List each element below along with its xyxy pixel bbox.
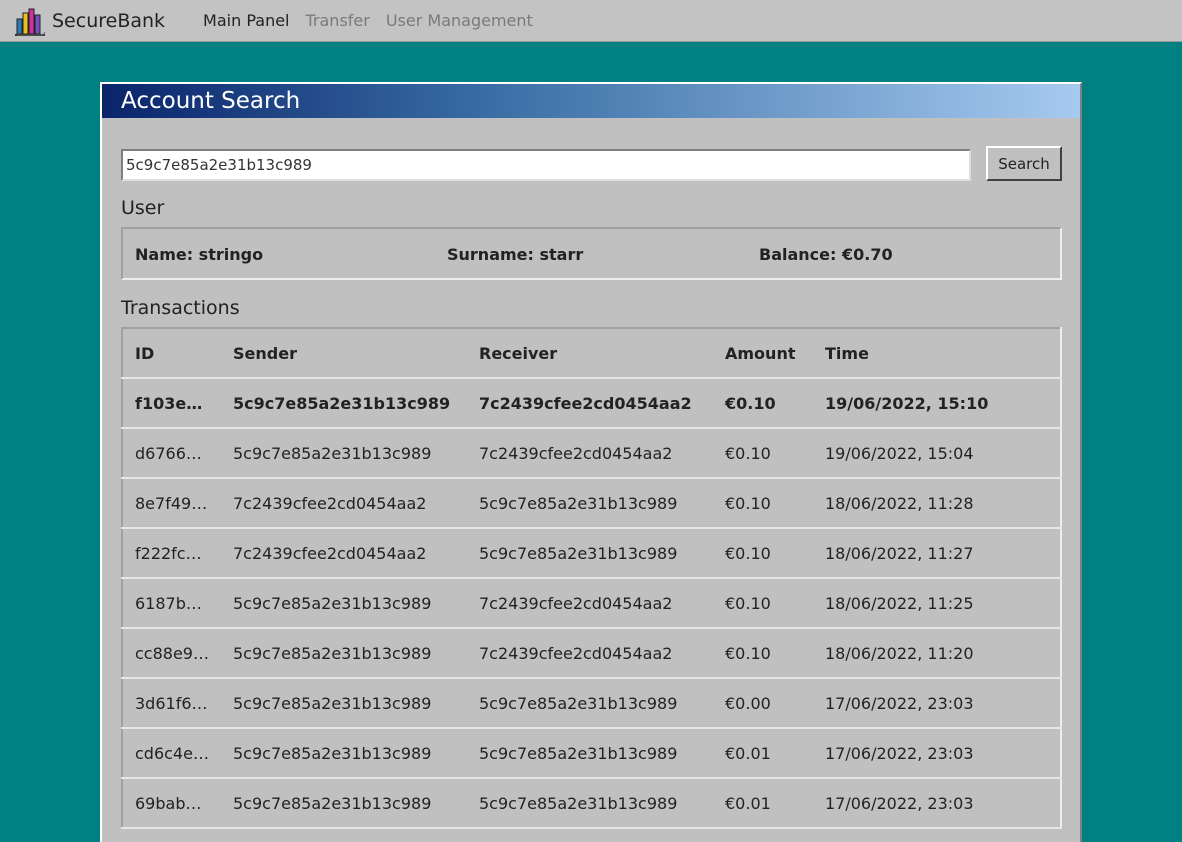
tx-time: 17/06/2022, 23:03	[813, 728, 1061, 779]
tx-sender: 5c9c7e85a2e31b13c989	[221, 728, 467, 779]
tx-time: 19/06/2022, 15:04	[813, 428, 1061, 479]
tx-amount: €0.10	[713, 628, 813, 679]
brand[interactable]: SecureBank	[14, 5, 165, 37]
tx-receiver: 5c9c7e85a2e31b13c989	[467, 678, 713, 729]
column-header-receiver[interactable]: Receiver	[467, 328, 713, 379]
table-row[interactable]: d6766… 5c9c7e85a2e31b13c989 7c2439cfee2cd0…	[122, 428, 1061, 479]
brand-name: SecureBank	[52, 9, 166, 32]
tx-amount: €0.01	[713, 778, 813, 829]
table-row[interactable]: f222fc… 7c2439cfee2cd0454aa2 5c9c7e85a2e31…	[122, 528, 1061, 579]
tx-sender: 7c2439cfee2cd0454aa2	[221, 528, 467, 579]
nav-transfer[interactable]: Transfer	[306, 11, 370, 30]
tx-time: 18/06/2022, 11:20	[813, 628, 1061, 679]
tx-amount: €0.00	[713, 678, 813, 729]
tx-amount: €0.10	[713, 428, 813, 479]
tx-time: 17/06/2022, 23:03	[813, 678, 1061, 729]
table-row[interactable]: cd6c4e… 5c9c7e85a2e31b13c989 5c9c7e85a2e31…	[122, 728, 1061, 779]
tx-amount: €0.10	[713, 528, 813, 579]
table-row[interactable]: 6187b… 5c9c7e85a2e31b13c989 7c2439cfee2cd0…	[122, 578, 1061, 629]
tx-receiver: 7c2439cfee2cd0454aa2	[467, 628, 713, 679]
user-surname: Surname: starr	[447, 245, 584, 264]
nav-links: Main Panel Transfer User Management	[203, 11, 549, 30]
tx-receiver: 5c9c7e85a2e31b13c989	[467, 778, 713, 829]
user-balance: Balance: €0.70	[759, 245, 893, 264]
column-header-id[interactable]: ID	[122, 328, 221, 379]
search-button[interactable]: Search	[986, 146, 1062, 181]
tx-id: cd6c4e…	[122, 728, 221, 779]
tx-amount: €0.10	[713, 478, 813, 529]
user-info-panel: Name: stringo Surname: starr Balance: €0…	[121, 227, 1062, 280]
tx-time: 18/06/2022, 11:28	[813, 478, 1061, 529]
tx-amount: €0.10	[713, 378, 813, 429]
tx-id: cc88e9…	[122, 628, 221, 679]
nav-main-panel[interactable]: Main Panel	[203, 11, 289, 30]
table-row[interactable]: 69bab… 5c9c7e85a2e31b13c989 5c9c7e85a2e31b…	[122, 778, 1061, 829]
tx-receiver: 7c2439cfee2cd0454aa2	[467, 378, 713, 429]
tx-time: 18/06/2022, 11:27	[813, 528, 1061, 579]
tx-id: 6187b…	[122, 578, 221, 629]
tx-sender: 7c2439cfee2cd0454aa2	[221, 478, 467, 529]
tx-id: 3d61f6…	[122, 678, 221, 729]
tx-time: 17/06/2022, 23:03	[813, 778, 1061, 829]
tx-sender: 5c9c7e85a2e31b13c989	[221, 578, 467, 629]
column-header-time[interactable]: Time	[813, 328, 1061, 379]
tx-id: f222fc…	[122, 528, 221, 579]
tx-sender: 5c9c7e85a2e31b13c989	[221, 378, 467, 429]
tx-receiver: 5c9c7e85a2e31b13c989	[467, 728, 713, 779]
top-navbar: SecureBank Main Panel Transfer User Mana…	[0, 0, 1182, 42]
tx-id: d6766…	[122, 428, 221, 479]
tx-id: 69bab…	[122, 778, 221, 829]
tx-amount: €0.10	[713, 578, 813, 629]
transactions-heading: Transactions	[121, 297, 240, 319]
user-heading: User	[121, 197, 165, 219]
window-title-bar: Account Search	[102, 84, 1080, 118]
tx-time: 18/06/2022, 11:25	[813, 578, 1061, 629]
window-title: Account Search	[121, 88, 301, 114]
column-header-amount[interactable]: Amount	[713, 328, 813, 379]
tx-sender: 5c9c7e85a2e31b13c989	[221, 428, 467, 479]
tx-receiver: 7c2439cfee2cd0454aa2	[467, 578, 713, 629]
nav-user-management[interactable]: User Management	[386, 11, 533, 30]
transactions-table: ID Sender Receiver Amount Time f103e… 5c9…	[121, 327, 1062, 829]
table-row[interactable]: f103e… 5c9c7e85a2e31b13c989 7c2439cfee2cd0…	[122, 378, 1061, 429]
tx-sender: 5c9c7e85a2e31b13c989	[221, 628, 467, 679]
tx-id: 8e7f49…	[122, 478, 221, 529]
tx-receiver: 5c9c7e85a2e31b13c989	[467, 478, 713, 529]
column-header-sender[interactable]: Sender	[221, 328, 467, 379]
account-search-window: Account Search Search User Name: stringo…	[100, 82, 1082, 842]
search-input[interactable]	[121, 149, 971, 181]
table-row[interactable]: 8e7f49… 7c2439cfee2cd0454aa2 5c9c7e85a2e31…	[122, 478, 1061, 529]
transactions-body: f103e… 5c9c7e85a2e31b13c989 7c2439cfee2cd0…	[122, 378, 1061, 829]
tx-sender: 5c9c7e85a2e31b13c989	[221, 678, 467, 729]
table-row[interactable]: cc88e9… 5c9c7e85a2e31b13c989 7c2439cfee2cd…	[122, 628, 1061, 679]
tx-receiver: 5c9c7e85a2e31b13c989	[467, 528, 713, 579]
tx-receiver: 7c2439cfee2cd0454aa2	[467, 428, 713, 479]
tx-time: 19/06/2022, 15:10	[813, 378, 1061, 429]
search-row: Search	[121, 146, 1063, 181]
tx-id: f103e…	[122, 378, 221, 429]
tx-sender: 5c9c7e85a2e31b13c989	[221, 778, 467, 829]
table-row[interactable]: 3d61f6… 5c9c7e85a2e31b13c989 5c9c7e85a2e31…	[122, 678, 1061, 729]
bar-chart-icon	[15, 8, 46, 36]
user-name: Name: stringo	[135, 245, 264, 264]
table-header-row: ID Sender Receiver Amount Time	[122, 328, 1061, 379]
tx-amount: €0.01	[713, 728, 813, 779]
